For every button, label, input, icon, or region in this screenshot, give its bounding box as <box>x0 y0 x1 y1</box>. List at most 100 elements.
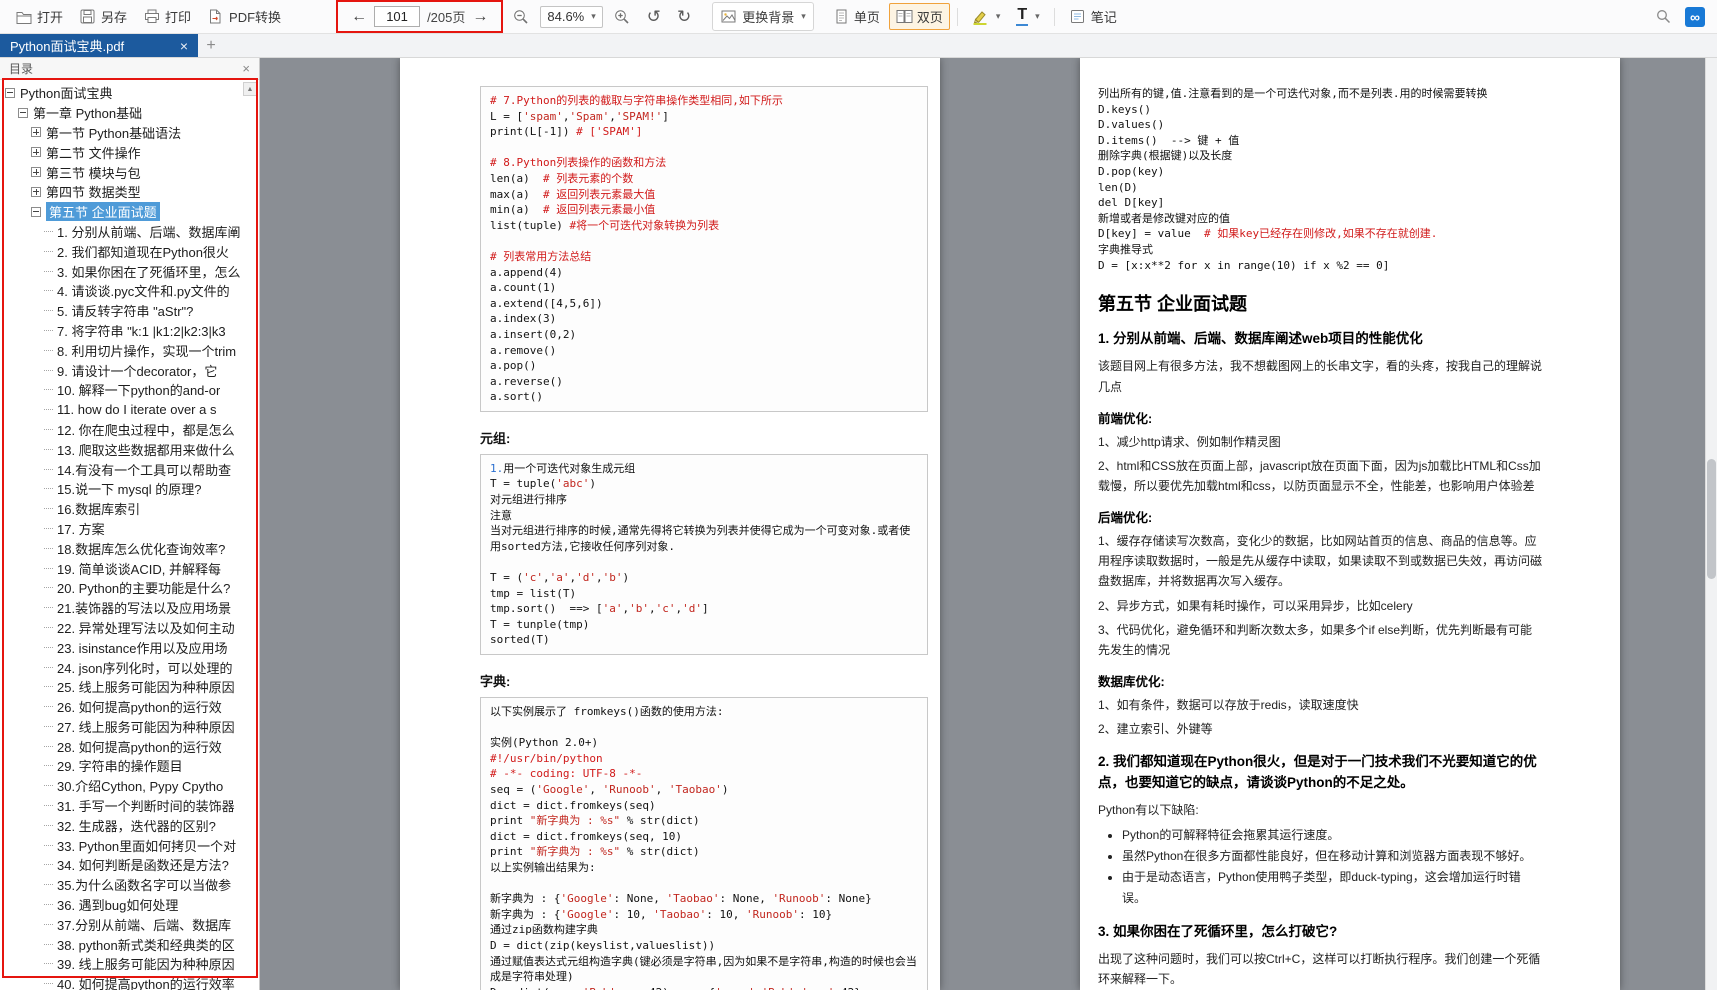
document-view[interactable]: # 7.Python的列表的截取与字符串操作类型相同,如下所示L = ['spa… <box>260 58 1717 990</box>
toc-item-label: 34. 如何判断是函数还是方法? <box>57 855 229 874</box>
tree-connector <box>44 548 53 549</box>
double-page-icon <box>896 8 913 25</box>
toc-item[interactable]: 29. 字符串的操作题目 <box>0 756 259 776</box>
print-button[interactable]: 打印 <box>136 3 198 30</box>
toc-item[interactable]: 39. 线上服务可能因为种种原因 <box>0 954 259 974</box>
single-page-button[interactable]: 单页 <box>826 3 887 30</box>
toc-item[interactable]: 16.数据库索引 <box>0 499 259 519</box>
toc-item-label: 14.有没有一个工具可以帮助查 <box>57 460 231 479</box>
search-button[interactable] <box>1648 4 1679 29</box>
tree-connector <box>44 765 53 766</box>
code-line: 新字典为 : {'Google': None, 'Taobao': None, … <box>490 891 918 907</box>
redo-button[interactable]: ↻ <box>670 8 698 25</box>
vertical-scrollbar[interactable] <box>1705 58 1717 990</box>
toc-item[interactable]: 10. 解释一下python的and-or <box>0 380 259 400</box>
toc-item-label: 37.分别从前端、后端、数据库 <box>57 915 231 934</box>
undo-button[interactable]: ↺ <box>640 8 668 25</box>
toc-item[interactable]: 第四节 数据类型 <box>0 182 259 202</box>
link-button[interactable]: ∞ <box>1685 7 1705 27</box>
toc-item[interactable]: 31. 手写一个判断时间的装饰器 <box>0 796 259 816</box>
toc-item[interactable]: 8. 利用切片操作，实现一个trim <box>0 340 259 360</box>
toc-item[interactable]: 3. 如果你困在了死循环里，怎么 <box>0 261 259 281</box>
paragraph: 该题目网上有很多方法，我不想截图网上的长串文字，看的头疼，按我自己的理解说几点 <box>1098 356 1542 396</box>
prev-page-button[interactable]: ← <box>351 9 367 25</box>
scroll-up-icon[interactable]: ▲ <box>243 82 257 96</box>
toc-item-label: 第一节 Python基础语法 <box>46 123 181 142</box>
highlighter-icon <box>972 8 989 25</box>
toc-item[interactable]: 1. 分别从前端、后端、数据库阐 <box>0 222 259 242</box>
toc-item[interactable]: 28. 如何提高python的运行效 <box>0 736 259 756</box>
toc-item[interactable]: 第二节 文件操作 <box>0 142 259 162</box>
code-line: tmp = list(T) <box>490 586 918 602</box>
toc-item[interactable]: 第一节 Python基础语法 <box>0 123 259 143</box>
zoom-in-button[interactable] <box>607 4 638 29</box>
collapse-icon[interactable] <box>18 108 28 118</box>
toc-item[interactable]: 5. 请反转字符串 "aStr"? <box>0 301 259 321</box>
tree-connector <box>44 667 53 668</box>
note-button[interactable]: 笔记 <box>1062 3 1124 30</box>
toc-item[interactable]: 33. Python里面如何拷贝一个对 <box>0 835 259 855</box>
toc-item[interactable]: 20. Python的主要功能是什么? <box>0 578 259 598</box>
collapse-icon[interactable] <box>5 88 15 98</box>
toc-item[interactable]: 21.装饰器的写法以及应用场景 <box>0 598 259 618</box>
toc-item[interactable]: 35.为什么函数名字可以当做参 <box>0 875 259 895</box>
toc-item[interactable]: 40. 如何提高python的运行效率 <box>0 974 259 990</box>
toc-item[interactable]: 22. 异常处理写法以及如何主动 <box>0 618 259 638</box>
toc-item[interactable]: 19. 简单谈谈ACID, 并解释每 <box>0 558 259 578</box>
toc-item[interactable]: 4. 请谈谈.pyc文件和.py文件的 <box>0 281 259 301</box>
double-page-button[interactable]: 双页 <box>889 3 950 30</box>
toc-item[interactable]: 25. 线上服务可能因为种种原因 <box>0 677 259 697</box>
expand-icon[interactable] <box>31 187 41 197</box>
toc-item[interactable]: 第三节 模块与包 <box>0 162 259 182</box>
zoom-out-button[interactable] <box>505 4 536 29</box>
expand-icon[interactable] <box>31 147 41 157</box>
highlighter-button[interactable]: ▾ <box>965 4 1008 29</box>
toc-item-label: 20. Python的主要功能是什么? <box>57 578 230 597</box>
next-page-button[interactable]: → <box>472 9 488 25</box>
toc-item[interactable]: 37.分别从前端、后端、数据库 <box>0 914 259 934</box>
toc-item[interactable]: 38. python新式类和经典类的区 <box>0 934 259 954</box>
zoom-level-select[interactable]: 84.6% ▾ <box>540 6 602 28</box>
toc-item-label: 23. isinstance作用以及应用场 <box>57 638 228 657</box>
toc-item[interactable]: 15.说一下 mysql 的原理? <box>0 479 259 499</box>
pdf-convert-button[interactable]: PDF转换 <box>200 3 288 30</box>
scrollbar-thumb[interactable] <box>1707 459 1716 579</box>
toc-item[interactable]: 7. 将字符串 "k:1 |k1:2|k2:3|k3 <box>0 321 259 341</box>
text-tool-button[interactable]: T ▾ <box>1009 3 1046 30</box>
paragraph: Python有以下缺陷: <box>1098 800 1542 820</box>
toc-item[interactable]: 30.介绍Cython, Pypy Cpytho <box>0 776 259 796</box>
tree-connector <box>44 686 53 687</box>
toc-item[interactable]: 18.数据库怎么优化查询效率? <box>0 538 259 558</box>
sidebar-close-icon[interactable]: × <box>242 61 250 76</box>
collapse-icon[interactable] <box>31 207 41 217</box>
expand-icon[interactable] <box>31 127 41 137</box>
page-number-input[interactable] <box>374 6 420 27</box>
toc-item[interactable]: 34. 如何判断是函数还是方法? <box>0 855 259 875</box>
tab-python-interview-pdf[interactable]: Python面试宝典.pdf × <box>0 34 198 57</box>
toc-item[interactable]: 13. 爬取这些数据都用来做什么 <box>0 439 259 459</box>
toc-item[interactable]: 24. json序列化时，可以处理的 <box>0 657 259 677</box>
toc-item[interactable]: 26. 如何提高python的运行效 <box>0 697 259 717</box>
toc-item[interactable]: 12. 你在爬虫过程中，都是怎么 <box>0 420 259 440</box>
single-page-icon <box>833 8 850 25</box>
open-button[interactable]: 打开 <box>8 3 70 30</box>
toc-item[interactable]: 17. 方案 <box>0 519 259 539</box>
toc-item[interactable]: 14.有没有一个工具可以帮助查 <box>0 459 259 479</box>
code-line: a.extend([4,5,6]) <box>490 296 918 312</box>
toc-item[interactable]: 11. how do I iterate over a s <box>0 400 259 420</box>
toc-item[interactable]: Python面试宝典 <box>0 83 259 103</box>
expand-icon[interactable] <box>31 167 41 177</box>
toc-item[interactable]: 第五节 企业面试题 <box>0 202 259 222</box>
new-tab-button[interactable]: + <box>198 34 224 57</box>
save-as-button[interactable]: 另存 <box>72 3 134 30</box>
change-background-button[interactable]: 更换背景 ▾ <box>712 2 814 31</box>
toc-item[interactable]: 9. 请设计一个decorator，它 <box>0 360 259 380</box>
toc-item[interactable]: 2. 我们都知道现在Python很火 <box>0 241 259 261</box>
toc-item[interactable]: 第一章 Python基础 <box>0 103 259 123</box>
toc-item[interactable]: 23. isinstance作用以及应用场 <box>0 637 259 657</box>
toc-item[interactable]: 36. 遇到bug如何处理 <box>0 895 259 915</box>
toc-item[interactable]: 32. 生成器，迭代器的区别? <box>0 815 259 835</box>
toc-item[interactable]: 27. 线上服务可能因为种种原因 <box>0 717 259 737</box>
code-line: print(L[-1]) # ['SPAM'] <box>490 124 918 140</box>
tab-close-icon[interactable]: × <box>180 38 188 54</box>
